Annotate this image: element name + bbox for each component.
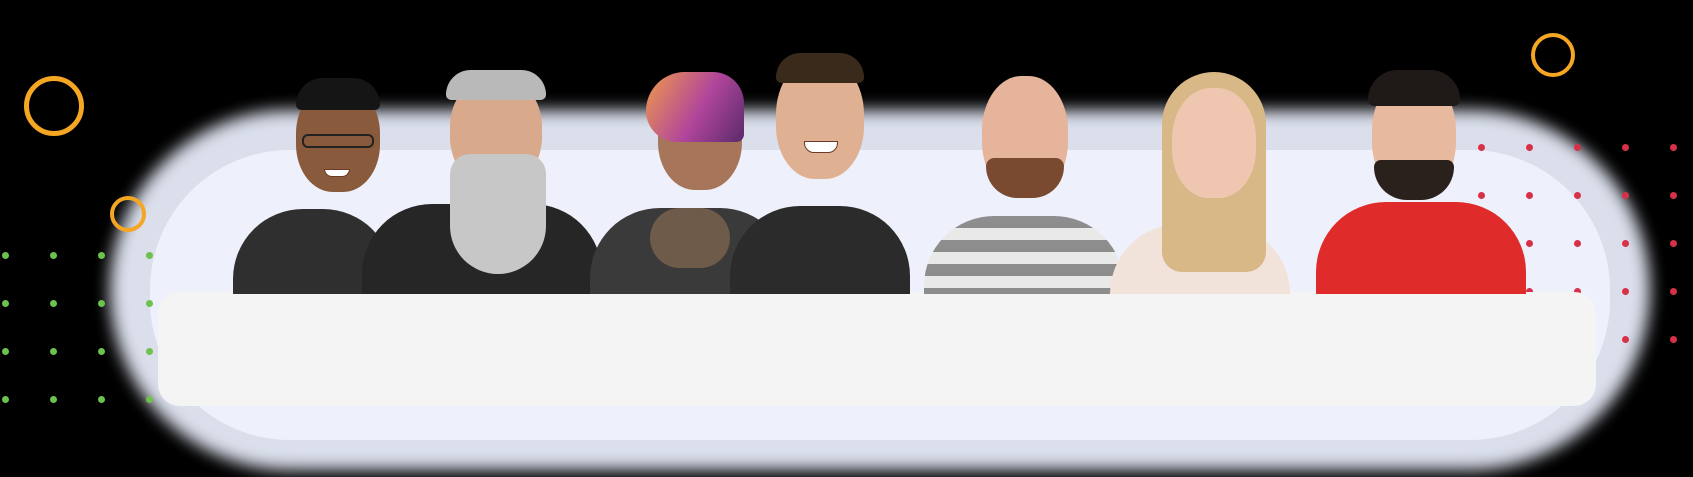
hair xyxy=(446,70,546,100)
decorative-dot xyxy=(1670,240,1677,247)
decorative-dot xyxy=(2,396,9,403)
decorative-dot xyxy=(1526,240,1533,247)
decorative-dot xyxy=(2,348,9,355)
chest-tattoo xyxy=(650,208,730,268)
decorative-dot xyxy=(50,252,57,259)
decorative-dot xyxy=(1526,144,1533,151)
face xyxy=(1172,88,1256,198)
smile xyxy=(324,169,350,177)
team-member-2 xyxy=(362,54,602,294)
decorative-dot xyxy=(98,396,105,403)
hair xyxy=(776,53,864,83)
team-member-5 xyxy=(924,54,1124,294)
ring-decoration-small-left xyxy=(110,196,146,232)
decorative-dot xyxy=(98,300,105,307)
team-member-6 xyxy=(1110,54,1290,294)
decorative-dot xyxy=(98,252,105,259)
decorative-dot xyxy=(1670,336,1677,343)
decorative-dot xyxy=(50,396,57,403)
decorative-dot xyxy=(1622,240,1629,247)
decorative-dot xyxy=(1574,192,1581,199)
hair xyxy=(1368,70,1460,106)
decorative-dot xyxy=(146,396,153,403)
smile xyxy=(804,141,838,153)
decorative-dot xyxy=(1622,336,1629,343)
beard xyxy=(986,158,1064,198)
info-panel xyxy=(158,292,1596,406)
team-banner xyxy=(0,0,1693,477)
decorative-dot xyxy=(146,348,153,355)
shirt xyxy=(924,216,1124,294)
shirt xyxy=(730,206,910,294)
shirt xyxy=(1316,202,1526,294)
decorative-dot xyxy=(1526,192,1533,199)
beard xyxy=(1374,160,1454,200)
decorative-dot xyxy=(1622,144,1629,151)
decorative-dot xyxy=(1670,288,1677,295)
decorative-dot xyxy=(1622,288,1629,295)
decorative-dot xyxy=(98,348,105,355)
decorative-dot xyxy=(146,252,153,259)
decorative-dot xyxy=(2,252,9,259)
decorative-dot xyxy=(2,300,9,307)
decorative-dot xyxy=(50,300,57,307)
team-member-7 xyxy=(1306,64,1526,294)
beard xyxy=(450,154,546,274)
ring-decoration-large-left xyxy=(24,76,84,136)
team-photo xyxy=(228,44,1526,294)
decorative-dot xyxy=(146,300,153,307)
decorative-dot xyxy=(1670,192,1677,199)
decorative-dot xyxy=(1670,144,1677,151)
decorative-dot xyxy=(1574,144,1581,151)
team-member-4 xyxy=(730,49,910,294)
decorative-dot xyxy=(50,348,57,355)
decorative-dot xyxy=(1574,240,1581,247)
decorative-dot xyxy=(1622,192,1629,199)
ring-decoration-right xyxy=(1531,33,1575,77)
